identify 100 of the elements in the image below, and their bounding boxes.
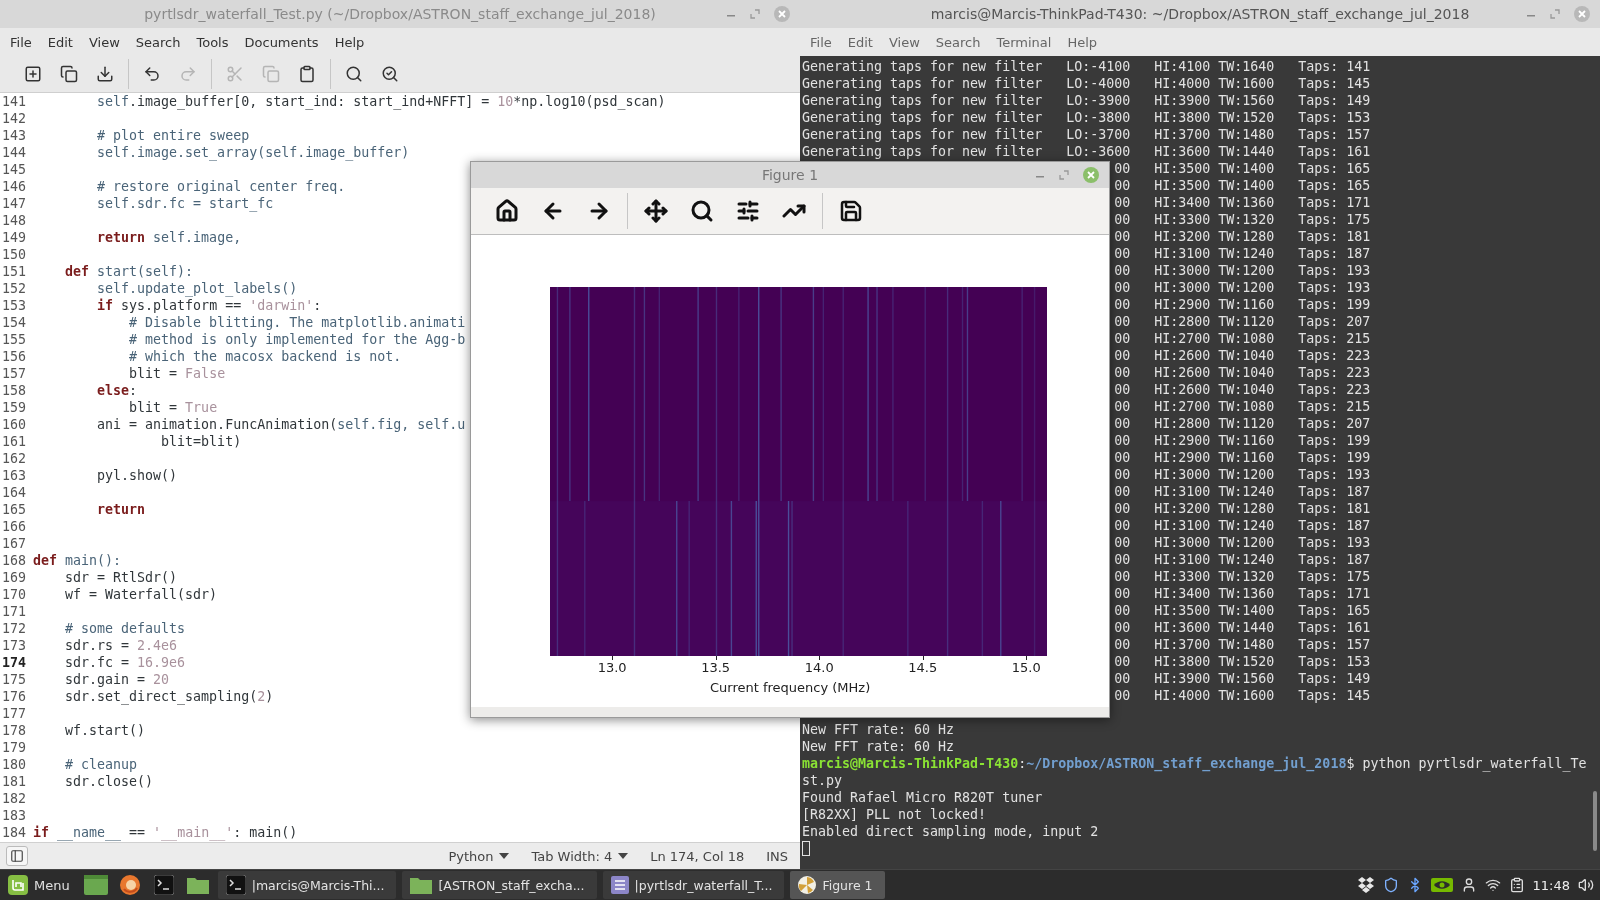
menu-item[interactable]: Tools — [190, 31, 235, 53]
taskbar-window-button[interactable]: |marcis@Marcis-Thi... — [217, 871, 397, 899]
leaf-logo-icon — [8, 875, 28, 895]
code-line: # cleanup — [64, 756, 138, 773]
line-number: 169 — [1, 569, 28, 586]
terminal-line: 00 HI:2900 TW:1160 Taps: 199 — [1114, 296, 1371, 313]
code-line: blit=blit) — [160, 433, 242, 450]
code-line: # Disable blitting. The matplotlib.animati — [128, 314, 466, 331]
terminal-line: 00 HI:3100 TW:1240 Taps: 187 — [1114, 517, 1371, 534]
line-number: 182 — [1, 790, 28, 807]
terminal-line: 00 HI:2800 TW:1120 Taps: 207 — [1114, 313, 1371, 330]
terminal-line: 00 HI:3000 TW:1200 Taps: 193 — [1114, 466, 1371, 483]
terminal-line: 00 HI:2700 TW:1080 Taps: 215 — [1114, 398, 1371, 415]
code-line: # plot entire sweep — [96, 127, 250, 144]
line-number: 158 — [1, 382, 28, 399]
tab-width-dropdown[interactable]: Tab Width: 4 — [531, 848, 629, 864]
terminal-line: 00 HI:4000 TW:1600 Taps: 145 — [1114, 687, 1371, 704]
download-icon — [96, 65, 114, 83]
line-number: 163 — [1, 467, 28, 484]
gpu-icon[interactable] — [1430, 878, 1453, 892]
line-number: 166 — [1, 518, 28, 535]
terminal-line: New FFT rate: 60 Hz — [802, 721, 955, 738]
line-number: 152 — [1, 280, 28, 297]
terminal-line: 00 HI:3100 TW:1240 Taps: 187 — [1114, 551, 1371, 568]
line-number: 171 — [1, 603, 28, 620]
taskbar-window-button[interactable]: |pyrtlsdr_waterfall_T... — [602, 871, 785, 899]
terminal-line: Generating taps for new filter LO:-3900 HI:3900 TW:1560 Taps: 149 — [802, 92, 1371, 109]
terminal-line: 00 HI:2600 TW:1040 Taps: 223 — [1114, 381, 1371, 398]
line-number: 164 — [1, 484, 28, 501]
line-number: 153 — [1, 297, 28, 314]
shield-icon[interactable] — [1382, 877, 1399, 893]
clipboard-icon[interactable] — [1508, 877, 1525, 893]
line-number: 162 — [1, 450, 28, 467]
code-line: self.image_buffer[0, start_ind: start_ind+NFFT] = 10*np.log10(psd_scan) — [96, 93, 666, 110]
code-line: wf.start() — [64, 722, 146, 739]
menu-item[interactable]: Search — [929, 31, 987, 53]
terminal-line: Generating taps for new filter LO:-3700 HI:3700 TW:1480 Taps: 157 — [802, 126, 1371, 143]
terminal-line: 00 HI:3500 TW:1400 Taps: 165 — [1114, 177, 1371, 194]
terminal-line: Generating taps for new filter LO:-3800 HI:3800 TW:1520 Taps: 153 — [802, 109, 1371, 126]
terminal-line: 00 HI:2600 TW:1040 Taps: 223 — [1114, 364, 1371, 381]
text-cursor — [802, 841, 810, 856]
magnifier-check-icon — [381, 65, 399, 83]
taskbar-window-button[interactable]: Figure 1 — [790, 871, 885, 899]
scrollbar-thumb[interactable] — [1593, 791, 1597, 852]
menu-item[interactable]: File — [804, 31, 838, 53]
wifi-icon[interactable] — [1484, 877, 1501, 893]
volume-icon[interactable] — [1578, 877, 1594, 893]
terminal-line: 00 HI:3000 TW:1200 Taps: 193 — [1114, 262, 1371, 279]
line-number: 168 — [1, 552, 28, 569]
caret-icon — [618, 853, 629, 860]
menu-item[interactable]: View — [82, 31, 126, 53]
terminal-line: 00 HI:3500 TW:1400 Taps: 165 — [1114, 602, 1371, 619]
terminal-line: 00 HI:3400 TW:1360 Taps: 171 — [1114, 585, 1371, 602]
menu-item[interactable]: Help — [328, 31, 371, 53]
code-line: return — [96, 501, 146, 518]
axis-tick-label: 14.0 — [804, 660, 834, 675]
line-number: 174 — [1, 654, 28, 671]
menu-item[interactable]: Help — [1061, 31, 1104, 53]
terminal-line: Generating taps for new filter LO:-4000 HI:4000 TW:1600 Taps: 145 — [802, 75, 1371, 92]
menu-item[interactable]: Terminal — [990, 31, 1058, 53]
axis-tick-label: 15.0 — [1011, 660, 1041, 675]
language-dropdown[interactable]: Python — [448, 848, 510, 864]
scissors-icon — [226, 65, 244, 83]
line-number: 154 — [1, 314, 28, 331]
code-line: def main(): — [33, 552, 122, 569]
line-number: 179 — [1, 739, 28, 756]
search-icon — [345, 65, 363, 83]
side-panel-icon — [10, 849, 24, 864]
code-line: if sys.platform == 'darwin': — [96, 297, 322, 314]
code-line: if __name__ == '__main__': main() — [33, 824, 298, 841]
code-line: blit = True — [128, 399, 218, 416]
line-number: 173 — [1, 637, 28, 654]
code-line: blit = False — [128, 365, 226, 382]
menu-item[interactable]: File — [4, 31, 38, 53]
code-line: sdr.close() — [64, 773, 154, 790]
start-menu-button[interactable]: Menu — [6, 871, 76, 899]
sidebar-toggle-button[interactable] — [6, 846, 28, 867]
line-number: 161 — [1, 433, 28, 450]
terminal-line: New FFT rate: 60 Hz — [802, 738, 955, 755]
code-line: def start(self): — [64, 263, 194, 280]
taskbar-window-button[interactable]: [ASTRON_staff_excha... — [402, 871, 597, 899]
terminal-line: 00 HI:3300 TW:1320 Taps: 175 — [1114, 211, 1371, 228]
home-icon — [495, 199, 519, 223]
menu-item[interactable]: View — [882, 31, 926, 53]
terminal-line: 00 HI:3600 TW:1440 Taps: 161 — [1114, 619, 1371, 636]
code-line: pyl.show() — [96, 467, 178, 484]
terminal-line: 00 HI:3100 TW:1240 Taps: 187 — [1114, 483, 1371, 500]
menu-item[interactable]: Edit — [841, 31, 879, 53]
menu-item[interactable]: Edit — [41, 31, 79, 53]
menu-item[interactable]: Search — [129, 31, 187, 53]
redo-icon — [179, 65, 197, 83]
line-number: 180 — [1, 756, 28, 773]
line-number: 167 — [1, 535, 28, 552]
terminal-line: 00 HI:3300 TW:1320 Taps: 175 — [1114, 568, 1371, 585]
line-number: 150 — [1, 246, 28, 263]
window-title: marcis@Marcis-ThinkPad-T430: ~/Dropbox/ASTRON_staff_exchange_jul_2018 — [930, 6, 1470, 22]
terminal-line: Generating taps for new filter LO:-3600 HI:3600 TW:1440 Taps: 161 — [802, 143, 1371, 160]
line-number: 181 — [1, 773, 28, 790]
menu-item[interactable]: Documents — [238, 31, 325, 53]
code-line: # some defaults — [64, 620, 186, 637]
